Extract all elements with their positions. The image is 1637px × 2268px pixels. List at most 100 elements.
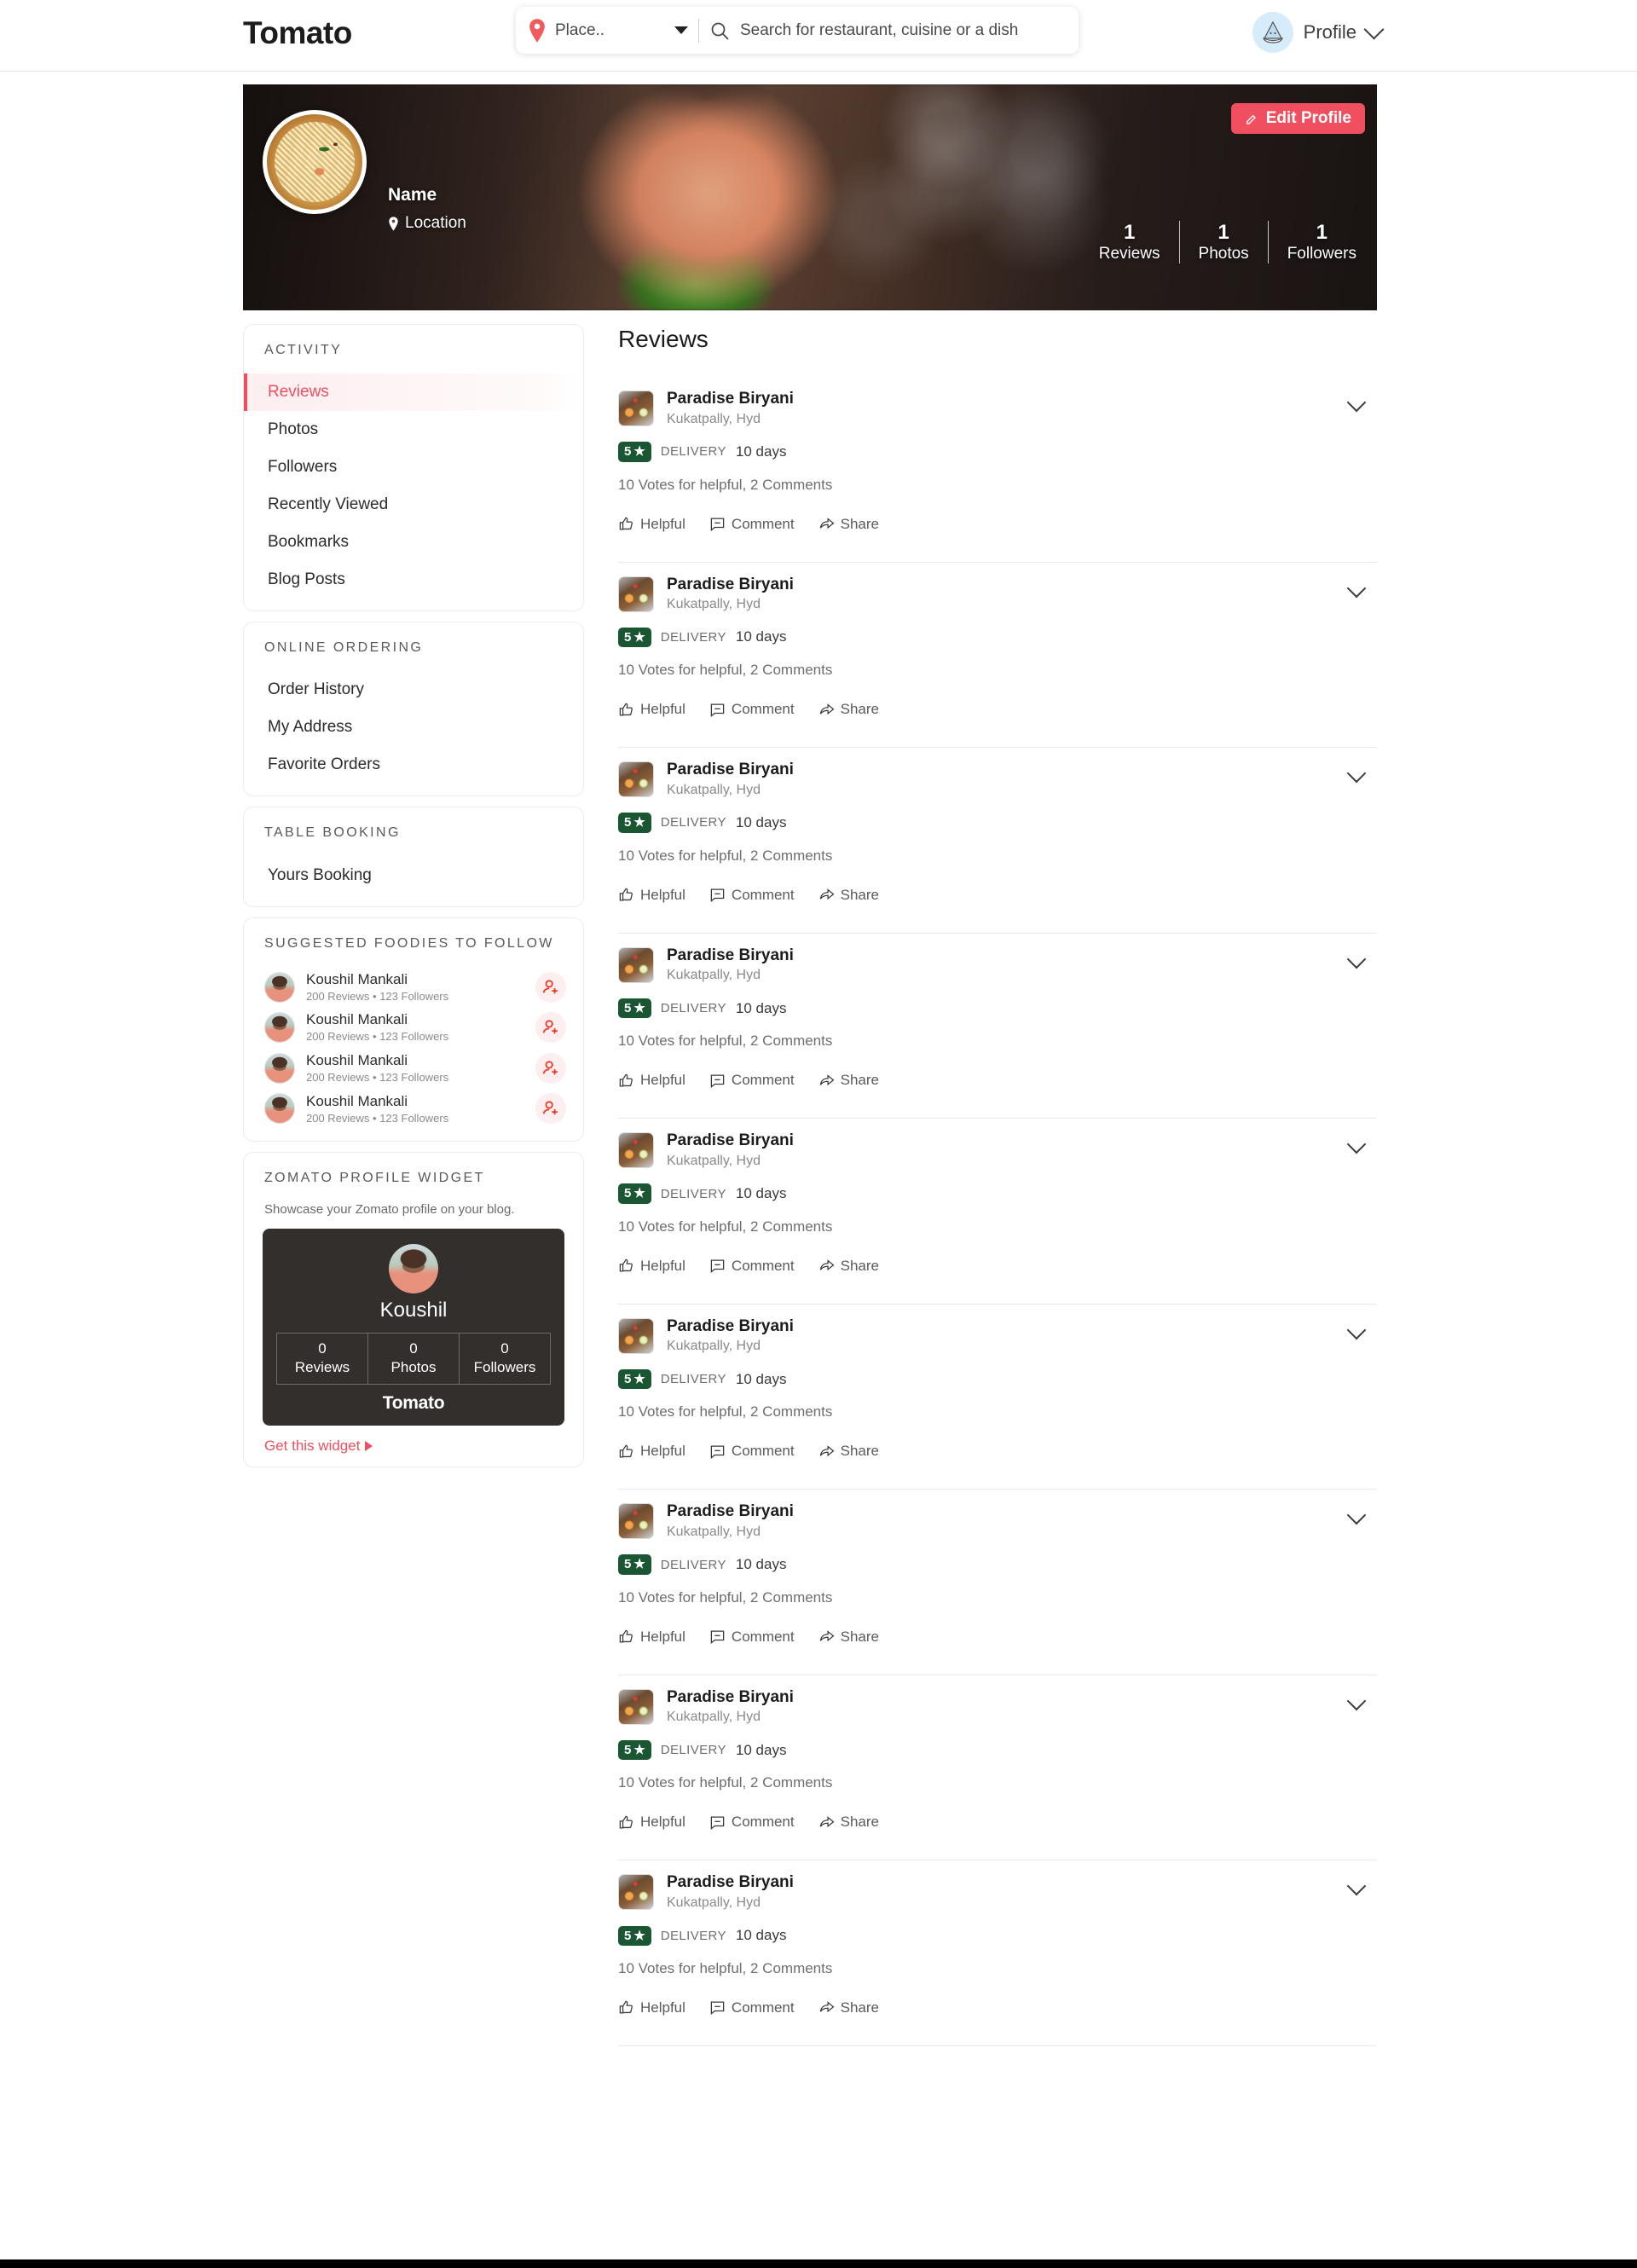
share-icon — [819, 1815, 835, 1827]
review-votes: 10 Votes for helpful, 2 Comments — [618, 1033, 833, 1050]
stat-value: 0 — [409, 1339, 418, 1357]
helpful-button[interactable]: Helpful — [618, 1258, 685, 1275]
sidebar-item-order-history[interactable]: Order History — [244, 671, 583, 709]
share-button[interactable]: Share — [818, 1814, 879, 1831]
foodie-name: Koushil Mankali — [306, 1092, 408, 1109]
sidebar-item-my-address[interactable]: My Address — [244, 709, 583, 746]
profile-menu[interactable]: Profile — [1252, 12, 1385, 53]
list-item[interactable]: Koushil Mankali 200 Reviews • 123 Follow… — [244, 1007, 583, 1048]
restaurant-name[interactable]: Paradise Biryani — [667, 1501, 794, 1523]
list-item[interactable]: Koushil Mankali 200 Reviews • 123 Follow… — [244, 1048, 583, 1089]
restaurant-location: Kukatpally, Hyd — [667, 1524, 761, 1539]
share-button[interactable]: Share — [818, 701, 879, 718]
restaurant-thumbnail — [618, 1874, 654, 1911]
share-label: Share — [840, 701, 879, 718]
restaurant-name[interactable]: Paradise Biryani — [667, 1872, 794, 1894]
add-user-icon — [542, 1101, 558, 1115]
share-button[interactable]: Share — [818, 887, 879, 904]
comment-button[interactable]: Comment — [709, 1629, 795, 1646]
comment-button[interactable]: Comment — [709, 1814, 795, 1831]
share-button[interactable]: Share — [818, 1258, 879, 1275]
stat-value: 0 — [500, 1339, 509, 1357]
profile-picture[interactable] — [263, 110, 367, 214]
list-item[interactable]: Koushil Mankali 200 Reviews • 123 Follow… — [244, 1089, 583, 1130]
avatar — [264, 971, 295, 1003]
sidebar-item-yours-booking[interactable]: Yours Booking — [244, 857, 583, 894]
stat-followers[interactable]: 1 Followers — [1269, 221, 1365, 263]
restaurant-name[interactable]: Paradise Biryani — [667, 575, 794, 596]
restaurant-name[interactable]: Paradise Biryani — [667, 389, 794, 410]
restaurant-name[interactable]: Paradise Biryani — [667, 760, 794, 781]
list-item[interactable]: Koushil Mankali 200 Reviews • 123 Follow… — [244, 967, 583, 1008]
stat-label: Reviews — [1098, 244, 1160, 263]
helpful-button[interactable]: Helpful — [618, 887, 685, 904]
chevron-down-icon[interactable] — [674, 26, 688, 34]
stat-label: Followers — [473, 1359, 536, 1376]
sidebar-item-followers[interactable]: Followers — [244, 448, 583, 486]
share-button[interactable]: Share — [818, 1443, 879, 1460]
comment-button[interactable]: Comment — [709, 1072, 795, 1089]
footer-bar — [0, 2259, 1637, 2268]
edit-profile-button[interactable]: Edit Profile — [1230, 103, 1365, 134]
sidebar-item-favorite-orders[interactable]: Favorite Orders — [244, 746, 583, 784]
restaurant-location: Kukatpally, Hyd — [667, 968, 761, 983]
comment-button[interactable]: Comment — [709, 887, 795, 904]
restaurant-thumbnail — [618, 946, 654, 983]
widget-preview: Koushil 0 Reviews 0 Photos 0 Followers T… — [263, 1228, 564, 1426]
sidebar-item-bookmarks[interactable]: Bookmarks — [244, 524, 583, 561]
sidebar-item-recently-viewed[interactable]: Recently Viewed — [244, 486, 583, 524]
helpful-button[interactable]: Helpful — [618, 1629, 685, 1646]
follow-button[interactable] — [535, 1012, 566, 1044]
sidebar-item-reviews[interactable]: Reviews — [244, 373, 583, 412]
review-actions: Helpful Comment Share — [618, 1814, 1377, 1831]
review-card: Paradise Biryani Kukatpally, Hyd 5 ★ DELIVER… — [618, 1490, 1377, 1675]
chevron-down-icon[interactable] — [1363, 19, 1385, 40]
comment-button[interactable]: Comment — [709, 1999, 795, 2016]
share-button[interactable]: Share — [818, 1999, 879, 2016]
restaurant-name[interactable]: Paradise Biryani — [667, 946, 794, 967]
helpful-button[interactable]: Helpful — [618, 1999, 685, 2016]
helpful-label: Helpful — [640, 1257, 685, 1274]
location-value[interactable]: Place.. — [555, 21, 674, 40]
restaurant-name[interactable]: Paradise Biryani — [667, 1131, 794, 1152]
thumbs-up-icon — [619, 517, 633, 530]
comment-label: Comment — [731, 1814, 795, 1831]
comment-label: Comment — [731, 1443, 795, 1460]
helpful-button[interactable]: Helpful — [618, 516, 685, 533]
restaurant-name[interactable]: Paradise Biryani — [667, 1687, 794, 1709]
review-age: 10 days — [735, 1185, 787, 1202]
follow-button[interactable] — [535, 1093, 566, 1125]
profile-widget-card: ZOMATO PROFILE WIDGET Showcase your Zoma… — [243, 1152, 584, 1468]
helpful-button[interactable]: Helpful — [618, 1072, 685, 1089]
get-widget-link[interactable]: Get this widget — [244, 1426, 583, 1455]
stat-reviews[interactable]: 1 Reviews — [1080, 221, 1180, 264]
app-logo[interactable]: Tomato — [243, 15, 352, 51]
share-button[interactable]: Share — [818, 516, 879, 533]
rating-value: 5 — [624, 1371, 632, 1386]
comment-button[interactable]: Comment — [709, 1443, 795, 1460]
profile-location: Location — [388, 214, 466, 233]
follow-button[interactable] — [535, 971, 566, 1003]
comment-button[interactable]: Comment — [709, 516, 795, 533]
rating-value: 5 — [624, 1557, 632, 1572]
sidebar-item-blog-posts[interactable]: Blog Posts — [244, 561, 583, 599]
helpful-button[interactable]: Helpful — [618, 701, 685, 718]
review-list: Paradise Biryani Kukatpally, Hyd 5 ★ DELIVER… — [618, 377, 1377, 2046]
share-button[interactable]: Share — [818, 1072, 879, 1089]
search-input[interactable] — [740, 20, 1067, 40]
stat-photos[interactable]: 1 Photos — [1180, 221, 1269, 264]
share-button[interactable]: Share — [818, 1629, 879, 1646]
helpful-button[interactable]: Helpful — [618, 1443, 685, 1460]
follow-button[interactable] — [535, 1052, 566, 1084]
comment-button[interactable]: Comment — [709, 701, 795, 718]
helpful-button[interactable]: Helpful — [618, 1814, 685, 1831]
widget-subtitle: Showcase your Zomato profile on your blo… — [264, 1201, 515, 1217]
restaurant-name[interactable]: Paradise Biryani — [667, 1316, 794, 1338]
comment-button[interactable]: Comment — [709, 1258, 795, 1275]
review-header: Paradise Biryani Kukatpally, Hyd — [618, 1687, 1377, 1727]
rating-value: 5 — [624, 444, 632, 460]
search-icon[interactable] — [709, 20, 730, 41]
sidebar-item-photos[interactable]: Photos — [244, 411, 583, 448]
add-user-icon — [542, 979, 558, 993]
review-header: Paradise Biryani Kukatpally, Hyd — [618, 389, 1377, 428]
